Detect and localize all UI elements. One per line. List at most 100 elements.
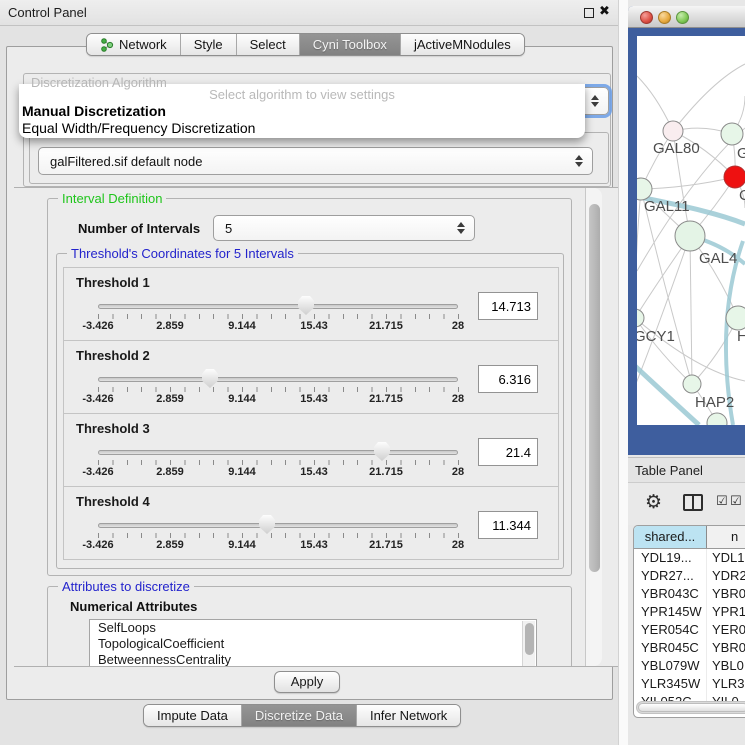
table-row[interactable]: YLR345WYLR3 — [634, 675, 745, 693]
tick-label: 15.43 — [300, 393, 328, 405]
tab-cyni-toolbox[interactable]: Cyni Toolbox — [300, 34, 401, 55]
slider-thumb[interactable] — [374, 442, 390, 461]
threshold-3-panel: Threshold 3 -3.426 2.859 9.144 15.43 21.… — [63, 413, 559, 487]
node-label-gal11: GAL11 — [644, 198, 690, 215]
table-horizontal-scrollbar[interactable] — [636, 701, 745, 714]
threshold-rows: Threshold 1 -3.426 2.859 9.144 15.43 21.… — [63, 268, 559, 560]
tab-infer-network[interactable]: Infer Network — [357, 705, 460, 726]
slider-track[interactable] — [98, 450, 458, 455]
interval-definition-title: Interval Definition — [58, 191, 166, 206]
table-horizontal-scrollbar-thumb[interactable] — [638, 703, 745, 712]
threshold-1-value-field[interactable] — [478, 292, 538, 320]
slider-thumb[interactable] — [259, 515, 275, 534]
list-item[interactable]: SelfLoops — [90, 620, 536, 636]
cell: YDR2 — [707, 567, 745, 585]
network-graph: GAL80 GA C GAL11 GAL4 GCY1 H HAP2 — [637, 36, 745, 425]
tick-label: 2.859 — [156, 393, 184, 405]
node-partial-bottom[interactable] — [707, 413, 727, 425]
number-of-intervals-label: Number of Intervals — [78, 221, 200, 236]
slider-track[interactable] — [98, 523, 458, 528]
table-row[interactable]: YBR045CYBR0 — [634, 639, 745, 657]
columns-icon[interactable] — [683, 494, 703, 511]
table-row[interactable]: YBL079WYBL0 — [634, 657, 745, 675]
tick-label: 2.859 — [156, 539, 184, 551]
slider-track[interactable] — [98, 304, 458, 309]
tab-cyni-toolbox-label: Cyni Toolbox — [313, 37, 387, 52]
tab-discretize-data[interactable]: Discretize Data — [242, 705, 357, 726]
panel-divider[interactable] — [618, 0, 628, 745]
slider-ticks — [98, 533, 459, 538]
cell: YBR043C — [634, 585, 707, 603]
tab-select[interactable]: Select — [237, 34, 300, 55]
list-item[interactable]: BetweennessCentrality — [90, 652, 536, 667]
close-traffic-light-icon[interactable] — [640, 11, 653, 24]
slider-thumb[interactable] — [298, 296, 314, 315]
algorithm-option-equal-width[interactable]: Equal Width/Frequency Discretization — [19, 120, 585, 137]
apply-button[interactable]: Apply — [274, 671, 340, 693]
node-red-selected[interactable] — [724, 166, 745, 188]
node-gal4[interactable] — [675, 221, 705, 251]
threshold-3-slider[interactable]: -3.426 2.859 9.144 15.43 21.715 28 — [64, 414, 474, 488]
tab-network[interactable]: Network — [87, 34, 181, 55]
column-header-name[interactable]: n — [707, 526, 745, 548]
node-label-gcy1: GCY1 — [637, 328, 675, 345]
tick-label: 2.859 — [156, 320, 184, 332]
table-row[interactable]: YPR145WYPR1 — [634, 603, 745, 621]
column-header-shared-name[interactable]: shared... — [634, 526, 707, 548]
bottom-tab-bar: Impute Data Discretize Data Infer Networ… — [143, 704, 461, 727]
table-data-select[interactable]: galFiltered.sif default node — [38, 147, 593, 175]
node-partial-top-right[interactable] — [721, 123, 743, 145]
network-view-window[interactable]: GAL80 GA C GAL11 GAL4 GCY1 H HAP2 — [628, 6, 745, 455]
tick-label: 28 — [452, 539, 464, 551]
thresholds-group-title: Threshold's Coordinates for 5 Intervals — [67, 246, 298, 261]
numerical-attributes-list[interactable]: SelfLoops TopologicalCoefficient Between… — [89, 619, 537, 667]
list-scrollbar-thumb[interactable] — [525, 623, 534, 655]
control-panel: Control Panel ✖ Network Style Select Cyn… — [0, 0, 618, 745]
network-canvas[interactable]: GAL80 GA C GAL11 GAL4 GCY1 H HAP2 — [637, 36, 745, 425]
threshold-1-slider[interactable]: -3.426 2.859 9.144 15.43 21.715 28 — [64, 268, 474, 342]
threshold-4-slider[interactable]: -3.426 2.859 9.144 15.43 21.715 28 — [64, 487, 474, 561]
table-row[interactable]: YBR043CYBR0 — [634, 585, 745, 603]
node-label-hap2: HAP2 — [695, 394, 734, 411]
close-icon[interactable]: ✖ — [599, 4, 610, 19]
slider-track[interactable] — [98, 377, 458, 382]
tab-jactivemnodules[interactable]: jActiveMNodules — [401, 34, 524, 55]
settings-scrollbar[interactable] — [585, 188, 602, 666]
tab-jactivemnodules-label: jActiveMNodules — [414, 37, 511, 52]
settings-scrollbar-thumb[interactable] — [589, 204, 600, 572]
node-gal80[interactable] — [663, 121, 683, 141]
list-scrollbar[interactable] — [522, 621, 535, 667]
table-row[interactable]: YDR27...YDR2 — [634, 567, 745, 585]
gear-icon[interactable]: ⚙ — [645, 491, 662, 513]
cell: YPR1 — [707, 603, 745, 621]
minimize-traffic-light-icon[interactable] — [658, 11, 671, 24]
float-window-icon[interactable] — [584, 8, 594, 18]
threshold-3-value-field[interactable] — [478, 438, 538, 466]
algorithm-option-manual[interactable]: Manual Discretization — [19, 103, 585, 120]
tick-label: -3.426 — [82, 539, 113, 551]
node-hap2[interactable] — [683, 375, 701, 393]
threshold-2-slider[interactable]: -3.426 2.859 9.144 15.43 21.715 28 — [64, 341, 474, 415]
cell: YDR27... — [634, 567, 707, 585]
tick-label: 21.715 — [369, 539, 403, 551]
node-h[interactable] — [726, 306, 745, 330]
slider-thumb[interactable] — [202, 369, 218, 388]
tab-style[interactable]: Style — [181, 34, 237, 55]
checkbox-icon[interactable]: ☑ — [716, 494, 728, 509]
cell: YLR3 — [707, 675, 745, 693]
tick-label: 15.43 — [300, 320, 328, 332]
table-row[interactable]: YDL19...YDL1 — [634, 549, 745, 567]
cell: YPR145W — [634, 603, 707, 621]
tab-impute-data[interactable]: Impute Data — [144, 705, 242, 726]
table-row[interactable]: YER054CYER0 — [634, 621, 745, 639]
tick-label: 15.43 — [300, 466, 328, 478]
number-of-intervals-select[interactable]: 5 — [213, 215, 475, 241]
threshold-2-value-field[interactable] — [478, 365, 538, 393]
list-item[interactable]: TopologicalCoefficient — [90, 636, 536, 652]
zoom-traffic-light-icon[interactable] — [676, 11, 689, 24]
network-window-titlebar[interactable] — [628, 6, 745, 28]
tick-label: 2.859 — [156, 466, 184, 478]
threshold-4-value-field[interactable] — [478, 511, 538, 539]
checkbox-icon[interactable]: ☑ — [730, 494, 742, 509]
panel-title: Control Panel — [8, 5, 87, 20]
